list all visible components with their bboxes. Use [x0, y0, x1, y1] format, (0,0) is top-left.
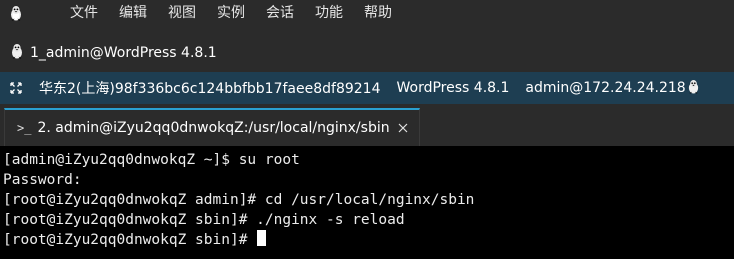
- terminal-tab[interactable]: >_ 2. admin@iZyu2qq0dnwokqZ:/usr/local/n…: [4, 108, 420, 146]
- menu-bar: 文件 编辑 视图 实例 会话 功能 帮助: [0, 0, 734, 26]
- image-name-text: WordPress 4.8.1: [396, 80, 510, 96]
- terminal-line: Password:: [3, 172, 82, 188]
- menu-session[interactable]: 会话: [256, 0, 305, 26]
- terminal-prompt-line: [root@iZyu2qq0dnwokqZ sbin]#: [3, 230, 267, 250]
- terminal-app-window: 文件 编辑 视图 实例 会话 功能 帮助 1_admin@WordPress 4…: [0, 0, 734, 259]
- terminal-tab-bar: >_ 2. admin@iZyu2qq0dnwokqZ:/usr/local/n…: [0, 104, 734, 146]
- terminal-prompt-icon: >_: [17, 121, 32, 135]
- tux-icon: [10, 43, 24, 63]
- menu-help[interactable]: 帮助: [354, 0, 403, 26]
- login-address-text: admin@172.24.24.218: [525, 80, 686, 96]
- terminal-line: [root@iZyu2qq0dnwokqZ sbin]# ./nginx -s …: [3, 212, 405, 228]
- session-info-bar: 华东2(上海)98f336bc6c124bbfbb17faee8df89214 …: [0, 72, 734, 104]
- tux-icon: [687, 79, 700, 98]
- menu-file[interactable]: 文件: [60, 0, 109, 26]
- menu-edit[interactable]: 编辑: [109, 0, 158, 26]
- menu-instance[interactable]: 实例: [207, 0, 256, 26]
- terminal-line: [admin@iZyu2qq0dnwokqZ ~]$ su root: [3, 152, 300, 168]
- close-icon[interactable]: [397, 122, 409, 134]
- terminal-cursor: [257, 230, 267, 246]
- tux-icon[interactable]: [2, 0, 30, 26]
- menu-features[interactable]: 功能: [305, 0, 354, 26]
- session-tab[interactable]: 1_admin@WordPress 4.8.1: [0, 34, 229, 72]
- session-tab-bar: 1_admin@WordPress 4.8.1: [0, 26, 734, 72]
- expand-icon[interactable]: [9, 81, 23, 95]
- terminal-output[interactable]: [admin@iZyu2qq0dnwokqZ ~]$ su root Passw…: [0, 146, 734, 259]
- instance-id-text: 华东2(上海)98f336bc6c124bbfbb17faee8df89214: [39, 81, 381, 97]
- menu-view[interactable]: 视图: [158, 0, 207, 26]
- terminal-prompt-text: [root@iZyu2qq0dnwokqZ sbin]#: [3, 232, 257, 248]
- terminal-tab-label: 2. admin@iZyu2qq0dnwokqZ:/usr/local/ngin…: [37, 120, 390, 136]
- session-tab-label: 1_admin@WordPress 4.8.1: [30, 45, 217, 61]
- terminal-line: [root@iZyu2qq0dnwokqZ admin]# cd /usr/lo…: [3, 192, 475, 208]
